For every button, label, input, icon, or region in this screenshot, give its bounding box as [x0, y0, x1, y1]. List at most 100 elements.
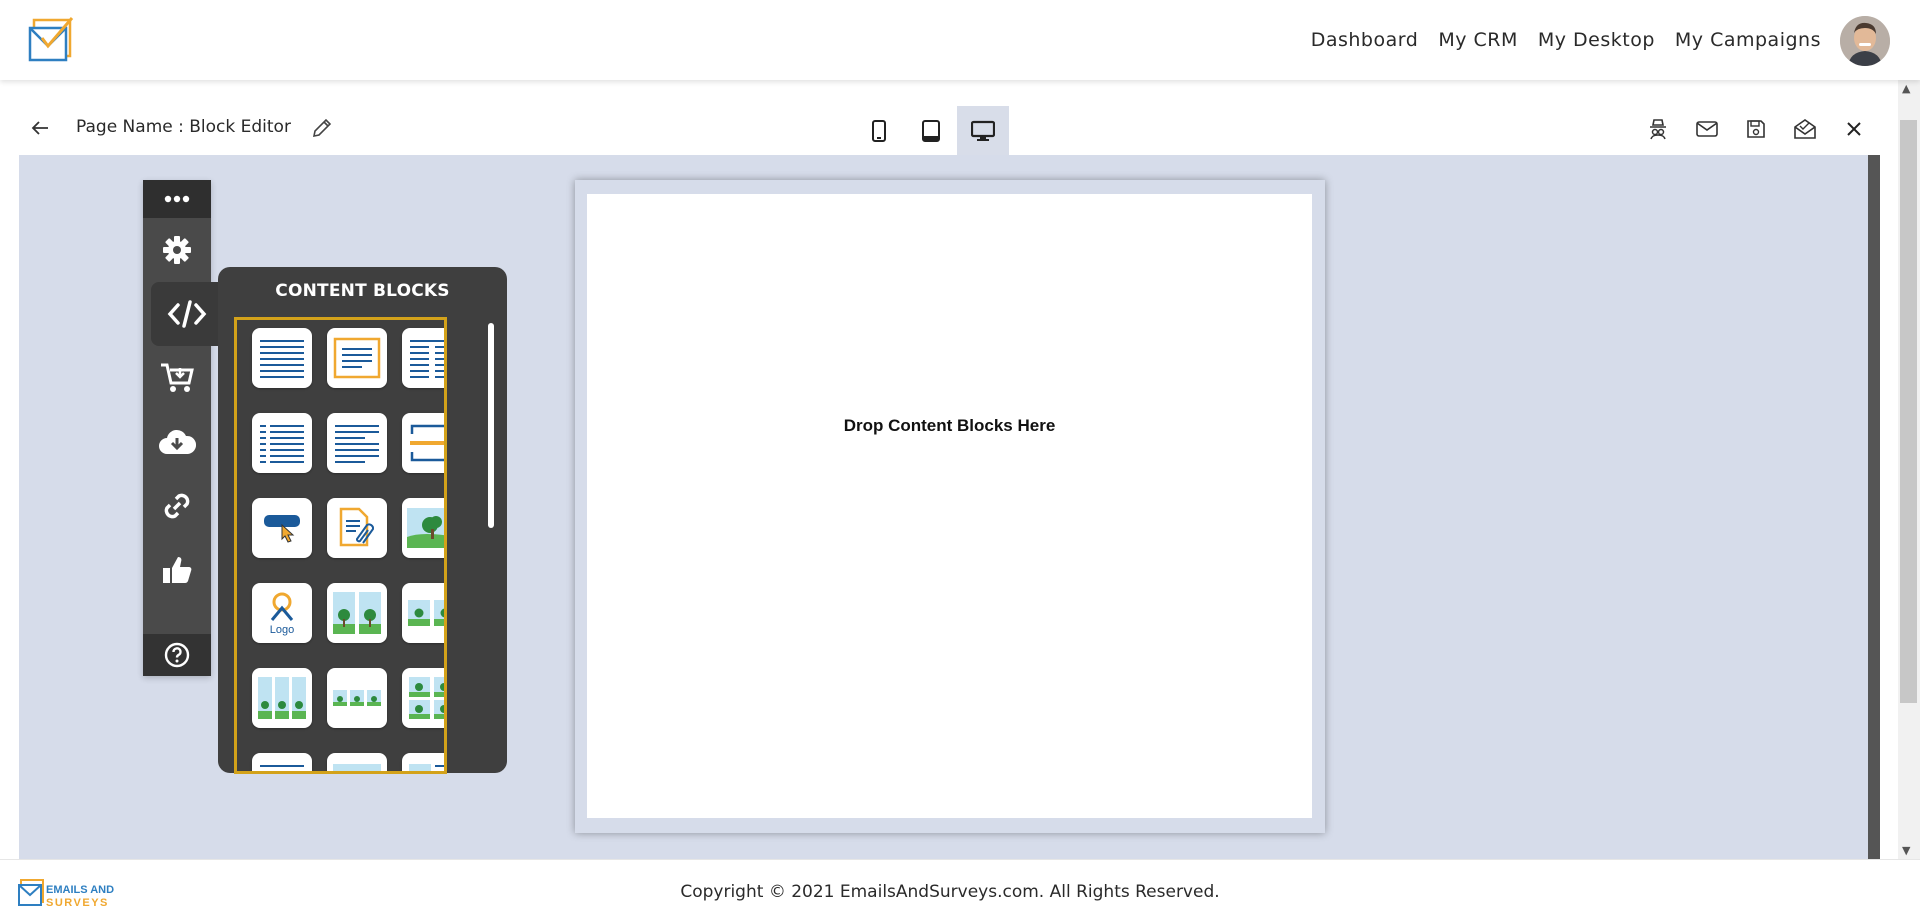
edit-pencil-icon[interactable]	[310, 116, 334, 140]
block-text-list[interactable]	[252, 413, 312, 473]
avatar-image	[1840, 16, 1890, 66]
footer: EMAILS AND SURVEYS Copyright © 2021 Emai…	[0, 859, 1920, 923]
block-three-small-images[interactable]	[327, 668, 387, 728]
page-name: Page Name : Block Editor	[76, 117, 291, 137]
panel-scrollbar[interactable]	[486, 317, 496, 767]
thumbs-up-icon	[163, 557, 192, 583]
canvas-scrollbar[interactable]	[1868, 155, 1880, 859]
text-list-icon	[260, 425, 304, 463]
dock-links[interactable]	[143, 474, 211, 538]
text-one-column-icon	[260, 340, 304, 378]
send-test-email-button[interactable]	[1694, 116, 1720, 142]
block-two-small-images[interactable]	[402, 583, 444, 643]
nav-my-campaigns[interactable]: My Campaigns	[1675, 26, 1821, 54]
app: Dashboard My CRM My Desktop My Campaigns…	[0, 0, 1920, 923]
three-small-images-icon	[333, 690, 381, 706]
divider-icon	[410, 424, 444, 462]
text-justified-icon	[335, 425, 379, 463]
dock-social[interactable]	[143, 538, 211, 602]
dock-download[interactable]	[143, 410, 211, 474]
block-four-images[interactable]	[402, 668, 444, 728]
content-blocks-panel: CONTENT BLOCKS Logo	[218, 267, 507, 774]
block-image-partial[interactable]	[327, 753, 387, 771]
three-images-icon	[258, 677, 306, 719]
block-divider[interactable]	[402, 413, 444, 473]
desktop-icon	[971, 120, 995, 141]
tablet-view-button[interactable]	[905, 106, 957, 155]
block-text-justified[interactable]	[327, 413, 387, 473]
publish-button[interactable]	[1792, 116, 1818, 142]
drop-zone-label: Drop Content Blocks Here	[843, 416, 1056, 435]
two-images-icon	[333, 592, 381, 634]
spy-icon	[1650, 119, 1666, 140]
block-button[interactable]	[252, 498, 312, 558]
block-image[interactable]	[402, 498, 444, 558]
envelope-icon	[1696, 121, 1718, 137]
gear-icon	[163, 236, 191, 264]
back-arrow-icon[interactable]	[28, 116, 52, 140]
dock-content-blocks[interactable]	[151, 282, 223, 346]
dock-settings[interactable]	[143, 218, 211, 282]
block-attachment[interactable]	[327, 498, 387, 558]
dock-help[interactable]	[143, 634, 211, 676]
tablet-icon	[922, 119, 940, 142]
page-scrollbar[interactable]: ▲ ▼	[1898, 80, 1920, 859]
content-blocks-grid-frame: Logo	[234, 317, 447, 774]
brand-logo[interactable]	[28, 16, 78, 66]
text-boxed-icon	[333, 337, 381, 379]
text-partial-icon	[260, 765, 304, 771]
text-two-column-icon	[410, 340, 444, 378]
save-button[interactable]	[1743, 116, 1769, 142]
help-icon	[164, 642, 190, 668]
button-icon	[264, 515, 300, 543]
scroll-up-icon[interactable]: ▲	[1902, 82, 1910, 95]
drop-zone[interactable]: Drop Content Blocks Here	[587, 194, 1312, 818]
spy-preview-button[interactable]	[1645, 116, 1671, 142]
top-navbar: Dashboard My CRM My Desktop My Campaigns	[0, 0, 1920, 80]
main-nav: Dashboard My CRM My Desktop My Campaigns	[1311, 26, 1821, 54]
side-dock	[143, 180, 223, 676]
envelope-open-icon	[1794, 119, 1816, 139]
content-blocks-grid: Logo	[252, 328, 444, 771]
user-avatar[interactable]	[1840, 16, 1890, 66]
image-text-partial-icon	[409, 764, 444, 771]
block-text-partial[interactable]	[252, 753, 312, 771]
nav-dashboard[interactable]: Dashboard	[1311, 26, 1419, 54]
block-text-one-column[interactable]	[252, 328, 312, 388]
desktop-view-button[interactable]	[957, 106, 1009, 155]
four-images-icon	[409, 677, 444, 719]
block-three-images[interactable]	[252, 668, 312, 728]
save-icon	[1747, 120, 1765, 138]
two-small-images-icon	[408, 600, 444, 626]
cart-icon	[161, 363, 194, 392]
more-dots-icon	[164, 195, 190, 203]
toolbar-actions	[1645, 116, 1867, 142]
copyright-text: Copyright © 2021 EmailsAndSurveys.com. A…	[680, 882, 1220, 902]
block-text-two-column[interactable]	[402, 328, 444, 388]
panel-scrollbar-thumb[interactable]	[488, 323, 494, 528]
dock-products[interactable]	[143, 346, 211, 410]
editor-toolbar: Page Name : Block Editor	[0, 80, 1898, 155]
block-logo[interactable]: Logo	[252, 583, 312, 643]
link-icon	[164, 493, 190, 519]
block-text-boxed[interactable]	[327, 328, 387, 388]
block-image-text-partial[interactable]	[402, 753, 444, 771]
nav-my-desktop[interactable]: My Desktop	[1538, 26, 1655, 54]
mobile-view-button[interactable]	[853, 106, 905, 155]
email-stage: Drop Content Blocks Here	[575, 180, 1325, 833]
svg-text:Logo: Logo	[270, 624, 294, 636]
close-icon	[1847, 122, 1861, 136]
image-partial-icon	[333, 764, 381, 771]
cloud-download-icon	[159, 429, 196, 454]
panel-title: CONTENT BLOCKS	[275, 281, 450, 301]
scroll-down-icon[interactable]: ▼	[1902, 844, 1910, 857]
nav-my-crm[interactable]: My CRM	[1438, 26, 1518, 54]
mobile-icon	[872, 119, 886, 142]
logo-icon: Logo	[270, 592, 294, 636]
block-two-images[interactable]	[327, 583, 387, 643]
code-icon	[167, 300, 207, 328]
close-editor-button[interactable]	[1841, 116, 1867, 142]
image-icon	[407, 508, 444, 548]
dock-menu-button[interactable]	[143, 180, 211, 218]
page-scrollbar-thumb[interactable]	[1900, 120, 1917, 703]
